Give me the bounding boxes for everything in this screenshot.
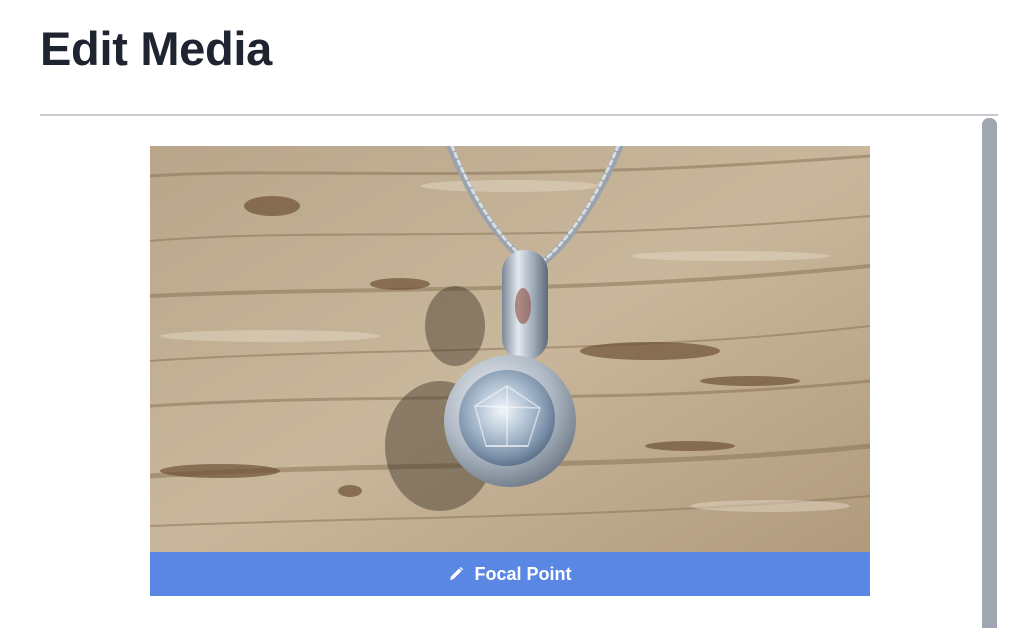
edit-media-page: Edit Media Focal Point (0, 0, 1024, 628)
media-image (150, 146, 870, 552)
pencil-icon (448, 566, 464, 582)
focal-point-button[interactable]: Focal Point (150, 552, 870, 596)
title-divider (40, 114, 998, 116)
page-title: Edit Media (40, 22, 273, 75)
focal-point-label: Focal Point (474, 563, 572, 584)
scrollbar-thumb[interactable] (982, 118, 997, 628)
media-preview[interactable] (150, 146, 870, 552)
